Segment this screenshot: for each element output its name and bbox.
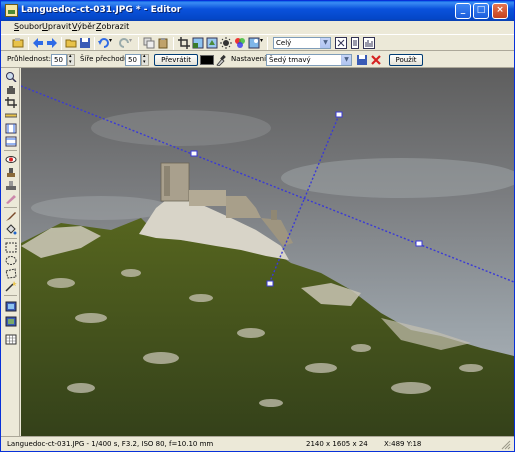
- delete-preset-icon[interactable]: [371, 55, 381, 65]
- horizontal-guide-icon[interactable]: [5, 123, 17, 134]
- stamp-tool-icon[interactable]: [5, 180, 17, 191]
- gradient-center-handle[interactable]: [247, 278, 259, 290]
- brush-tool-icon[interactable]: [5, 211, 17, 222]
- copy-icon[interactable]: [143, 37, 155, 49]
- save-preset-icon[interactable]: [357, 55, 367, 65]
- resize-grip-icon[interactable]: [501, 440, 511, 450]
- reverse-button[interactable]: Převrátit: [154, 54, 198, 66]
- effects-icon[interactable]: [248, 37, 260, 49]
- title-bar[interactable]: Languedoc-ct-031.JPG * - Editor _ □ ×: [1, 1, 514, 21]
- folder-icon[interactable]: [65, 37, 77, 49]
- opacity-label: Průhlednost:: [7, 55, 52, 63]
- redo-dropdown-icon[interactable]: ▾: [129, 37, 134, 49]
- window-title: Languedoc-ct-031.JPG * - Editor: [21, 5, 182, 15]
- tool-panel: [1, 68, 20, 436]
- close-button[interactable]: ×: [492, 3, 508, 19]
- clone-tool-icon[interactable]: [5, 167, 17, 178]
- gradient-direction-handle[interactable]: [315, 110, 327, 122]
- rotate-icon[interactable]: [206, 37, 218, 49]
- histogram-icon[interactable]: [363, 37, 375, 49]
- color-icon[interactable]: [234, 37, 246, 49]
- resize-icon[interactable]: [192, 37, 204, 49]
- red-eye-tool-icon[interactable]: [5, 154, 17, 165]
- grid-tool-icon[interactable]: [5, 334, 17, 345]
- brightness-icon[interactable]: [220, 37, 232, 49]
- retouch-tool-icon[interactable]: [5, 193, 17, 204]
- menu-bar: Soubor Upravit Výběr Zobrazit: [1, 21, 514, 34]
- eyedropper-icon[interactable]: [215, 54, 226, 66]
- opacity-input[interactable]: 50: [51, 54, 67, 66]
- file-info: Languedoc-ct-031.JPG - 1/400 s, F3.2, IS…: [7, 440, 214, 448]
- editor-window: Languedoc-ct-031.JPG * - Editor _ □ × So…: [0, 0, 515, 452]
- vertical-guide-icon[interactable]: [5, 136, 17, 147]
- straighten-tool-icon[interactable]: [5, 110, 17, 121]
- gradient-width-input[interactable]: 50: [125, 54, 141, 66]
- undo-dropdown-icon[interactable]: ▾: [109, 37, 114, 49]
- rect-select-icon[interactable]: [5, 242, 17, 253]
- status-bar: Languedoc-ct-031.JPG - 1/400 s, F3.2, IS…: [1, 436, 514, 451]
- actual-size-icon[interactable]: [349, 37, 361, 49]
- app-icon: [5, 4, 18, 17]
- preset-select[interactable]: Šedý tmavý ▼: [266, 54, 352, 66]
- forward-icon[interactable]: [46, 37, 58, 49]
- crop-tool-icon[interactable]: [178, 37, 190, 49]
- menu-view[interactable]: Zobrazit: [96, 22, 129, 31]
- main-toolbar: ▾ ▾ ▾ Celý ▼: [1, 34, 514, 51]
- cursor-coords: X:489 Y:18: [384, 440, 422, 448]
- fill-tool-icon[interactable]: [5, 224, 17, 235]
- menu-selection[interactable]: Výběr: [72, 22, 95, 31]
- chevron-down-icon[interactable]: ▼: [341, 55, 351, 65]
- apply-button[interactable]: Použít: [389, 54, 423, 66]
- image-dimensions: 2140 x 1605 x 24: [306, 440, 368, 448]
- open-icon[interactable]: [12, 37, 24, 49]
- back-icon[interactable]: [32, 37, 44, 49]
- zoom-tool-icon[interactable]: [5, 71, 17, 82]
- effects-dropdown-icon[interactable]: ▾: [260, 37, 265, 49]
- crop-tool-icon[interactable]: [5, 97, 17, 108]
- photo: [21, 68, 514, 436]
- hand-tool-icon[interactable]: [5, 84, 17, 95]
- magic-wand-icon[interactable]: [5, 281, 17, 292]
- lasso-select-icon[interactable]: [5, 268, 17, 279]
- zoom-select[interactable]: Celý ▼: [273, 37, 331, 49]
- ellipse-select-icon[interactable]: [5, 255, 17, 266]
- chevron-down-icon[interactable]: ▼: [320, 38, 330, 48]
- layer-tool-2-icon[interactable]: [5, 316, 17, 327]
- maximize-button[interactable]: □: [473, 3, 489, 19]
- opacity-spinner[interactable]: [67, 53, 75, 66]
- gradient-handle-end[interactable]: [395, 239, 407, 251]
- menu-edit[interactable]: Upravit: [42, 22, 71, 31]
- gradient-handle-start[interactable]: [170, 149, 182, 161]
- settings-label: Nastavení:: [231, 55, 269, 63]
- fit-window-icon[interactable]: [335, 37, 347, 49]
- gradient-properties-bar: Průhlednost: 50 Šíře přechodu: 50 Převrá…: [1, 52, 514, 68]
- save-icon[interactable]: [79, 37, 91, 49]
- paste-icon[interactable]: [157, 37, 169, 49]
- menu-file[interactable]: Soubor: [14, 22, 42, 31]
- gradient-width-spinner[interactable]: [141, 53, 149, 66]
- gradient-width-label: Šíře přechodu:: [80, 55, 131, 63]
- color-swatch[interactable]: [200, 55, 214, 65]
- minimize-button[interactable]: _: [455, 3, 471, 19]
- layer-tool-icon[interactable]: [5, 301, 17, 312]
- image-canvas[interactable]: [21, 68, 514, 436]
